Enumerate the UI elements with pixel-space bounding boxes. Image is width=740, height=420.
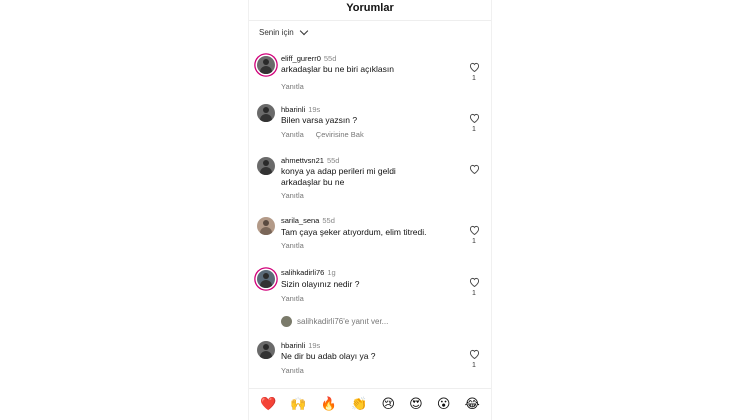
heart-icon — [469, 225, 479, 235]
comment-username[interactable]: salihkadirli76 — [281, 268, 324, 277]
reply-button[interactable]: Yanıtla — [281, 191, 304, 200]
like-button[interactable]: 1 — [468, 349, 480, 369]
comment-time: 19s — [308, 105, 321, 114]
avatar[interactable] — [257, 104, 275, 122]
laughing-emoji-button[interactable]: 😂 — [465, 397, 480, 412]
like-button[interactable]: 1 — [468, 225, 480, 245]
avatar[interactable] — [257, 341, 275, 359]
reply-button[interactable]: Yanıtla — [281, 294, 304, 303]
like-count: 1 — [472, 75, 476, 82]
heart-eyes-emoji-button[interactable]: 😍 — [409, 397, 423, 412]
comment-username[interactable]: sarila_sena — [281, 216, 319, 225]
avatar[interactable] — [257, 157, 275, 175]
crying-emoji-button[interactable]: 😢 — [381, 397, 395, 412]
chevron-down-icon — [299, 26, 308, 36]
like-button[interactable]: 1 — [468, 62, 480, 82]
comment-text: konya ya adap perileri mi geldi arkadaşl… — [281, 166, 396, 187]
raised-hands-emoji-button[interactable]: 🙌 — [290, 397, 306, 412]
avatar[interactable] — [257, 217, 275, 235]
comment-username[interactable]: hbarinli — [281, 105, 305, 114]
like-count: 1 — [472, 126, 476, 133]
reply-button[interactable]: Yanıtla — [281, 366, 304, 375]
comment-time: 19s — [308, 341, 321, 350]
reply-button[interactable]: Yanıtla — [281, 82, 304, 91]
heart-icon — [469, 164, 479, 174]
comment-text: Bilen varsa yazsın ? — [281, 115, 358, 125]
panel-title: Yorumlar — [249, 0, 491, 21]
see-translation-button[interactable]: Çevirisine Bak — [316, 130, 364, 139]
comment-time: 55d — [326, 156, 340, 165]
comment-text: Sizin olayınız nedir ? — [281, 279, 360, 289]
comment-username[interactable]: ahmettvsn21 — [281, 156, 324, 165]
comment-text: Ne dir bu adab olayı ya ? — [281, 351, 376, 361]
heart-icon — [469, 277, 479, 287]
reply-button[interactable]: Yanıtla — [281, 241, 304, 250]
fire-emoji-button[interactable]: 🔥 — [321, 397, 337, 412]
comment-time: 1g — [327, 268, 336, 277]
emoji-reaction-bar: ❤️ 🙌 🔥 👏 😢 😍 😮 😂 — [249, 388, 491, 420]
comment-username[interactable]: hbarinli — [281, 341, 305, 350]
like-count: 1 — [472, 238, 476, 245]
sort-filter-label: Senin için — [259, 28, 294, 37]
heart-icon — [469, 62, 479, 72]
sort-filter-dropdown[interactable]: Senin için — [259, 26, 308, 37]
surprised-emoji-button[interactable]: 😮 — [437, 397, 451, 412]
comment-text: arkadaşlar bu ne biri açıklasın — [281, 64, 394, 74]
comment-time: 55d — [323, 54, 337, 63]
avatar[interactable] — [257, 270, 275, 288]
heart-emoji-button[interactable]: ❤️ — [260, 397, 276, 412]
like-button[interactable]: 1 — [468, 113, 480, 133]
view-replies-label: salihkadirli76'e yanıt ver... — [297, 317, 389, 326]
avatar — [281, 316, 292, 327]
comment-time: 55d — [322, 216, 335, 225]
like-button[interactable]: 1 — [468, 277, 480, 297]
heart-icon — [469, 349, 479, 359]
view-replies-link[interactable]: salihkadirli76'e yanıt ver... — [281, 316, 388, 327]
comment-username[interactable]: eliff_gurerr0 — [281, 54, 321, 63]
like-count: 1 — [472, 290, 476, 297]
heart-icon — [469, 113, 479, 123]
clapping-emoji-button[interactable]: 👏 — [351, 397, 367, 412]
comments-panel: Yorumlar Senin için eliff_gurerr0 55d ark… — [248, 0, 492, 420]
reply-button[interactable]: Yanıtla — [281, 130, 304, 139]
like-count: 1 — [472, 362, 476, 369]
avatar[interactable] — [257, 56, 275, 74]
comment-text: Tam çaya şeker atıyordum, elim titredi. — [281, 227, 427, 237]
like-button[interactable] — [468, 164, 480, 177]
